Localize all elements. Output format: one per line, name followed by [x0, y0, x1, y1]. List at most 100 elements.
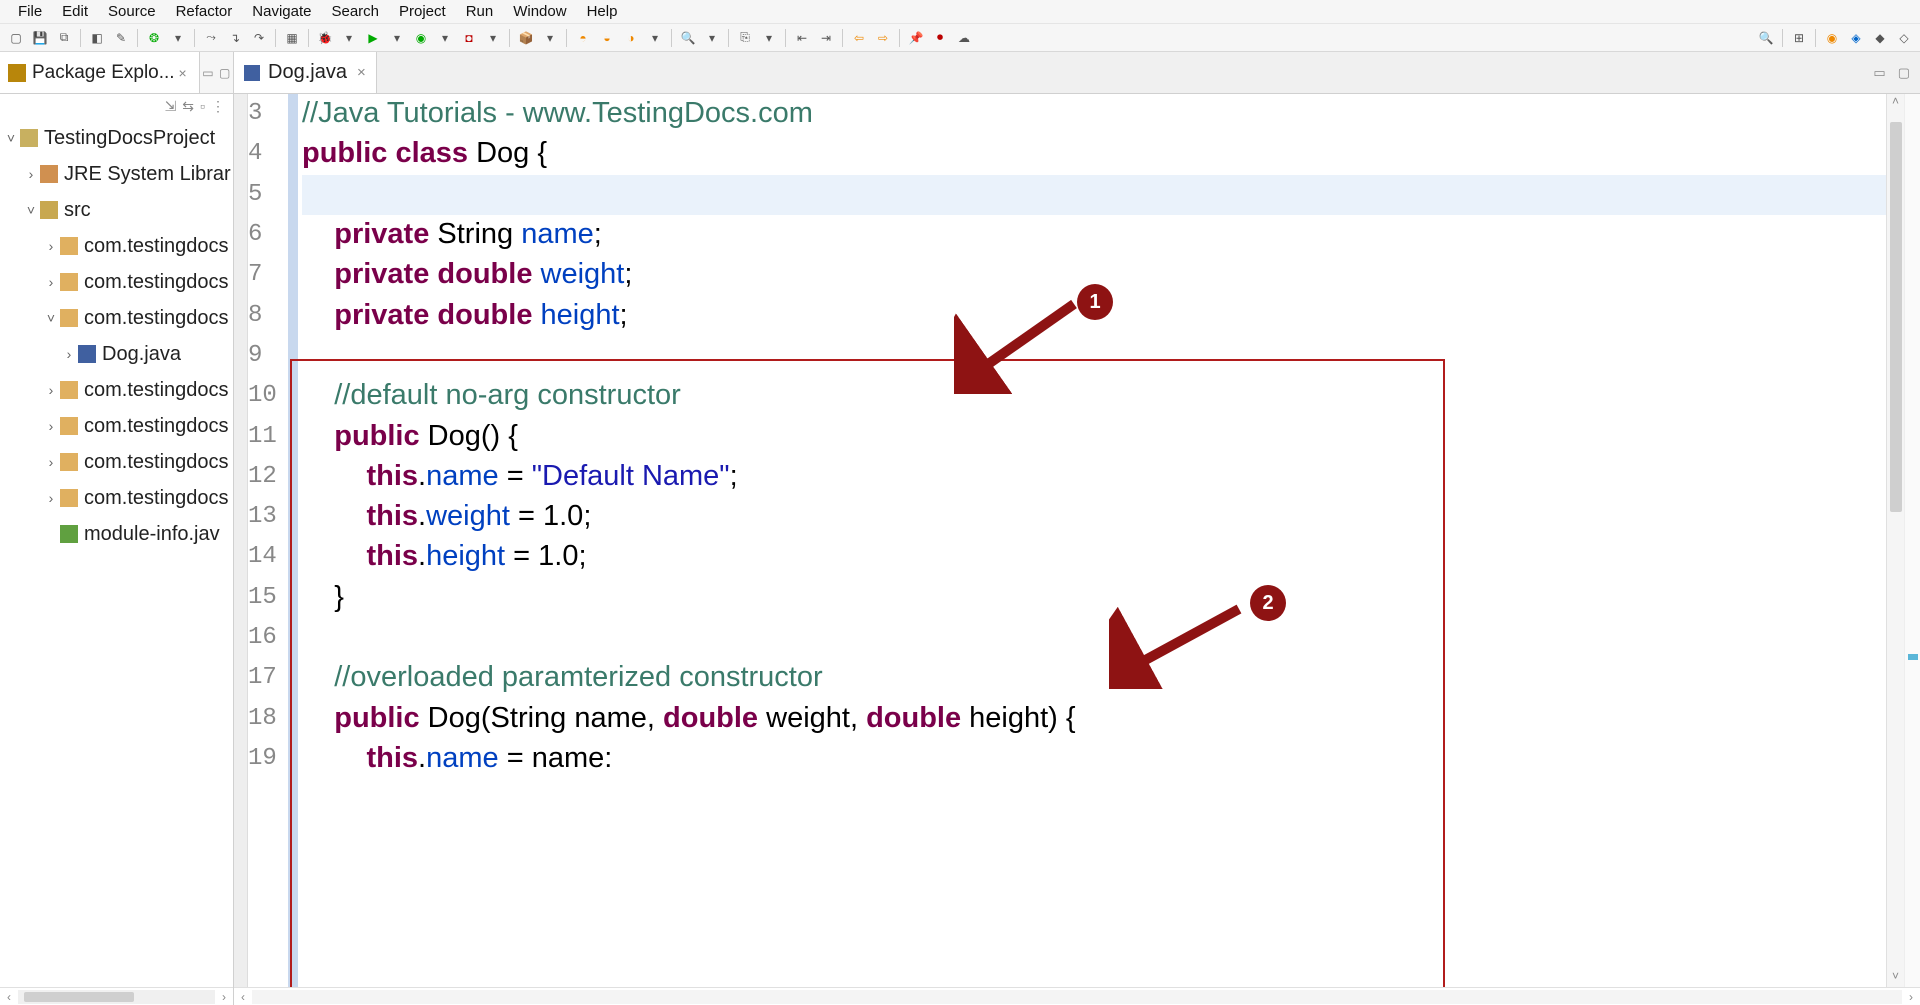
- wand-icon[interactable]: ✎: [111, 28, 131, 48]
- editor-tab[interactable]: Dog.java ×: [234, 52, 377, 93]
- package-node[interactable]: ›com.testingdocs: [0, 372, 233, 408]
- task-icon[interactable]: ⎘: [735, 28, 755, 48]
- dd6-icon[interactable]: ▾: [645, 28, 665, 48]
- coverage-icon[interactable]: ◉: [411, 28, 431, 48]
- scroll-up-icon[interactable]: ˄: [1887, 94, 1904, 112]
- toggle-icon[interactable]: ◧: [87, 28, 107, 48]
- minimize-icon[interactable]: ▭: [200, 66, 217, 80]
- maximize-icon[interactable]: ▢: [1894, 65, 1914, 81]
- editor-tab-label: Dog.java: [268, 61, 347, 84]
- menu-source[interactable]: Source: [98, 3, 166, 20]
- persp-icon[interactable]: ⊞: [1789, 28, 1809, 48]
- close-icon[interactable]: ×: [175, 65, 191, 81]
- new-pkg-icon[interactable]: 📦: [516, 28, 536, 48]
- dd2-icon[interactable]: ▾: [387, 28, 407, 48]
- skip-icon[interactable]: ⤳: [201, 28, 221, 48]
- pin-icon[interactable]: 📌: [906, 28, 926, 48]
- src-node[interactable]: ˅src: [0, 192, 233, 228]
- explorer-tab[interactable]: Package Explo... ×: [0, 52, 200, 93]
- menu-file[interactable]: File: [8, 3, 52, 20]
- menu-run[interactable]: Run: [456, 3, 504, 20]
- maximize-icon[interactable]: ▢: [216, 66, 233, 80]
- back-icon[interactable]: ⇦: [849, 28, 869, 48]
- other-persp-icon[interactable]: ◇: [1894, 28, 1914, 48]
- package-node[interactable]: ›com.testingdocs: [0, 264, 233, 300]
- minimize-icon[interactable]: ▭: [1869, 65, 1889, 81]
- package-node[interactable]: ›com.testingdocs: [0, 228, 233, 264]
- scroll-left-icon[interactable]: ‹: [234, 990, 252, 1004]
- new-folder-icon[interactable]: ◑: [621, 28, 641, 48]
- debug-persp-icon[interactable]: ◈: [1846, 28, 1866, 48]
- overview-ruler[interactable]: [1904, 94, 1920, 987]
- new-proj-icon[interactable]: ◒: [597, 28, 617, 48]
- next-icon[interactable]: ⇥: [816, 28, 836, 48]
- annotation-circle-2: 2: [1250, 585, 1286, 621]
- menu-search[interactable]: Search: [321, 3, 389, 20]
- dd5-icon[interactable]: ▾: [540, 28, 560, 48]
- close-icon[interactable]: ×: [357, 64, 366, 81]
- collapse-all-icon[interactable]: ⇲: [165, 98, 177, 115]
- package-icon: [60, 453, 78, 471]
- dd1-icon[interactable]: ▾: [339, 28, 359, 48]
- quick-access-icon[interactable]: 🔍: [1756, 28, 1776, 48]
- editor-hscrollbar[interactable]: ‹ ›: [234, 987, 1920, 1005]
- fwd-icon[interactable]: ⇨: [873, 28, 893, 48]
- scroll-thumb[interactable]: [24, 992, 134, 1002]
- menu-edit[interactable]: Edit: [52, 3, 98, 20]
- editor: Dog.java × ▭ ▢ 3456789101112131415161718…: [234, 52, 1920, 1005]
- explorer-hscrollbar[interactable]: ‹ ›: [0, 987, 233, 1005]
- link-editor-icon[interactable]: ⇆: [182, 98, 194, 115]
- menu-refactor[interactable]: Refactor: [166, 3, 243, 20]
- scroll-right-icon[interactable]: ›: [215, 990, 233, 1004]
- code-content[interactable]: //Java Tutorials - www.TestingDocs.compu…: [298, 94, 1886, 987]
- debug-icon[interactable]: ❂: [144, 28, 164, 48]
- package-explorer: Package Explo... × ▭ ▢ ⇲ ⇆ ▫ ⋮ ˅TestingD…: [0, 52, 234, 1005]
- package-node[interactable]: ›com.testingdocs: [0, 408, 233, 444]
- jre-node[interactable]: ›JRE System Librar: [0, 156, 233, 192]
- package-icon: [60, 417, 78, 435]
- save-icon[interactable]: 💾: [30, 28, 50, 48]
- run-icon[interactable]: ▶: [363, 28, 383, 48]
- step-icon[interactable]: ↴: [225, 28, 245, 48]
- run-debug-icon[interactable]: 🐞: [315, 28, 335, 48]
- scroll-down-icon[interactable]: ˅: [1887, 969, 1904, 987]
- module-node[interactable]: ›module-info.jav: [0, 516, 233, 552]
- java-persp-icon[interactable]: ◉: [1822, 28, 1842, 48]
- stop-icon[interactable]: ⏺: [930, 28, 950, 48]
- search-icon[interactable]: 🔍: [678, 28, 698, 48]
- cloud-icon[interactable]: ☁: [954, 28, 974, 48]
- scroll-right-icon[interactable]: ›: [1902, 990, 1920, 1004]
- package-node-open[interactable]: ˅com.testingdocs: [0, 300, 233, 336]
- project-tree: ˅TestingDocsProject ›JRE System Librar ˅…: [0, 118, 233, 554]
- new-class-icon[interactable]: ◓: [573, 28, 593, 48]
- scroll-thumb[interactable]: [1890, 122, 1902, 512]
- dd4-icon[interactable]: ▾: [483, 28, 503, 48]
- dd3-icon[interactable]: ▾: [435, 28, 455, 48]
- dropdown-icon[interactable]: ▾: [168, 28, 188, 48]
- new-icon[interactable]: ▢: [6, 28, 26, 48]
- project-node[interactable]: ˅TestingDocsProject: [0, 120, 233, 156]
- prev-icon[interactable]: ⇤: [792, 28, 812, 48]
- package-node[interactable]: ›com.testingdocs: [0, 480, 233, 516]
- step2-icon[interactable]: ↷: [249, 28, 269, 48]
- editor-vscrollbar[interactable]: ˄ ˅: [1886, 94, 1904, 987]
- fold-gutter[interactable]: [288, 94, 298, 987]
- focus-icon[interactable]: ▫: [200, 98, 205, 114]
- package-node[interactable]: ›com.testingdocs: [0, 444, 233, 480]
- scroll-left-icon[interactable]: ‹: [0, 990, 18, 1004]
- ext-run-icon[interactable]: ◘: [459, 28, 479, 48]
- java-file-icon: [78, 345, 96, 363]
- library-icon: [40, 165, 58, 183]
- file-node[interactable]: ›Dog.java: [0, 336, 233, 372]
- view-menu-icon[interactable]: ⋮: [211, 98, 225, 115]
- save-all-icon[interactable]: ⧉: [54, 28, 74, 48]
- code-editor[interactable]: 345678910111213141516171819 //Java Tutor…: [234, 94, 1920, 987]
- menu-navigate[interactable]: Navigate: [242, 3, 321, 20]
- build-icon[interactable]: ▦: [282, 28, 302, 48]
- git-persp-icon[interactable]: ◆: [1870, 28, 1890, 48]
- menu-window[interactable]: Window: [503, 3, 576, 20]
- menu-help[interactable]: Help: [577, 3, 628, 20]
- dd8-icon[interactable]: ▾: [759, 28, 779, 48]
- dd7-icon[interactable]: ▾: [702, 28, 722, 48]
- menu-project[interactable]: Project: [389, 3, 456, 20]
